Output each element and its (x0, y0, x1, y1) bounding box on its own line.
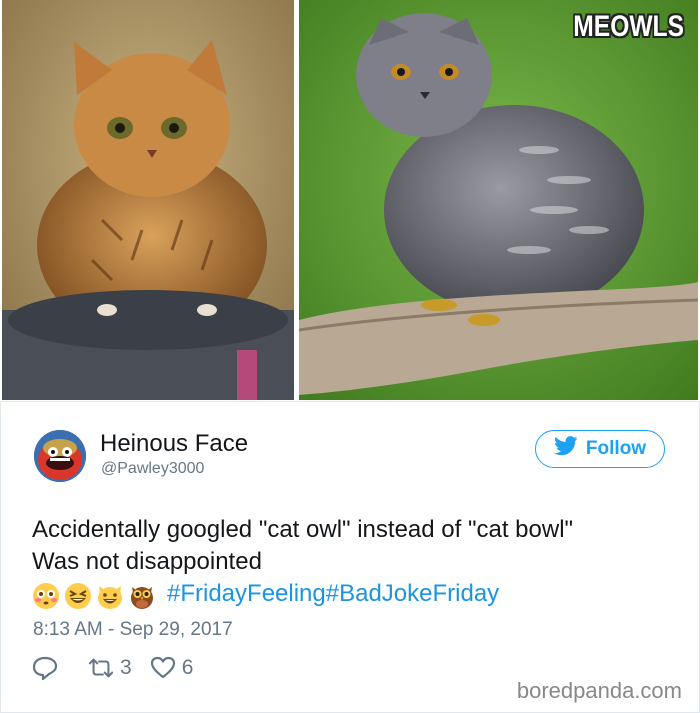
reply-button[interactable] (32, 656, 64, 680)
tweet-text-line-2: Was not disappointed (32, 548, 262, 575)
grinning-cat-icon (98, 586, 122, 609)
retweet-count: 3 (120, 656, 132, 679)
flushed-face-icon (33, 583, 59, 609)
like-count: 6 (181, 656, 194, 679)
retweet-button[interactable]: 3 (88, 656, 132, 680)
twitter-bird-icon (553, 436, 578, 462)
author-avatar[interactable] (34, 430, 86, 482)
tweet-text-line-1: Accidentally googled "cat owl" instead o… (32, 516, 574, 543)
retweet-icon (88, 658, 114, 678)
reply-icon (32, 656, 58, 680)
emoji-row (32, 582, 156, 610)
tweet-text: Accidentally googled "cat owl" instead o… (32, 514, 682, 578)
site-watermark: boredpanda.com (516, 678, 682, 703)
tweet-hashtags[interactable]: #FridayFeeling#BadJokeFriday (167, 580, 499, 608)
tweet-timestamp[interactable]: 8:13 AM - Sep 29, 2017 (33, 619, 233, 641)
grinning-squinting-face-icon (65, 583, 91, 609)
owl-icon (131, 587, 153, 609)
heart-icon (150, 656, 175, 679)
cat-owl-photo-right: MEOWLS (299, 0, 698, 400)
like-button[interactable]: 6 (150, 656, 194, 680)
author-name[interactable]: Heinous Face (100, 430, 248, 458)
photo-collage: MEOWLS (0, 0, 700, 401)
meowls-watermark: MEOWLS (573, 10, 684, 43)
author-handle[interactable]: @Pawley3000 (101, 460, 204, 478)
tweet-actions: 3 6 (32, 655, 193, 681)
cat-owl-photo-left (2, 0, 294, 400)
follow-label: Follow (585, 438, 647, 459)
follow-button[interactable]: Follow (535, 430, 665, 468)
